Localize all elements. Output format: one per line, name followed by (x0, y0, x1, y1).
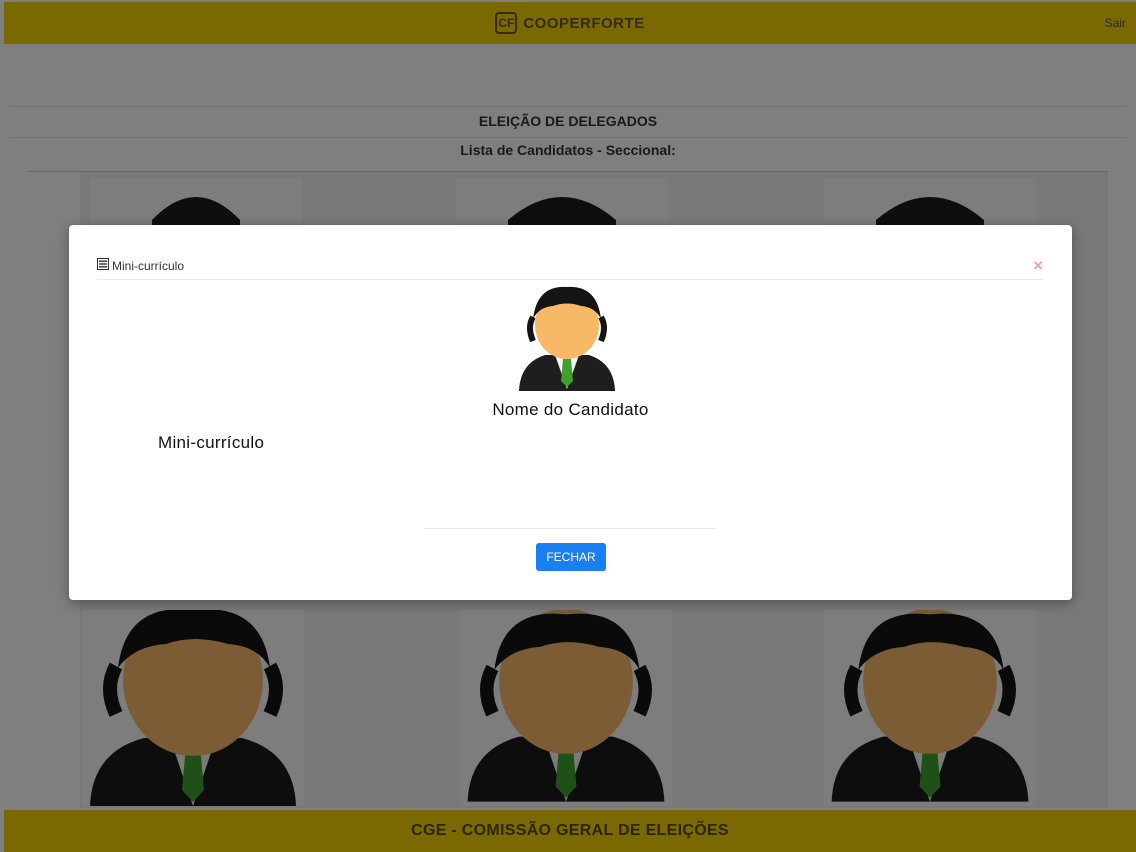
person-avatar-icon (517, 285, 617, 396)
close-icon[interactable]: × (1033, 257, 1043, 274)
mini-curriculum-modal: Mini-currículo × Nome do Candidato Mini-… (69, 225, 1072, 600)
document-list-icon (97, 257, 109, 275)
close-button[interactable]: FECHAR (536, 543, 606, 571)
modal-header: Mini-currículo × (97, 253, 1043, 280)
modal-title: Mini-currículo (112, 259, 185, 273)
curriculum-text: Mini-currículo (158, 433, 265, 452)
candidate-name: Nome do Candidato (492, 400, 649, 419)
modal-divider (424, 528, 716, 529)
